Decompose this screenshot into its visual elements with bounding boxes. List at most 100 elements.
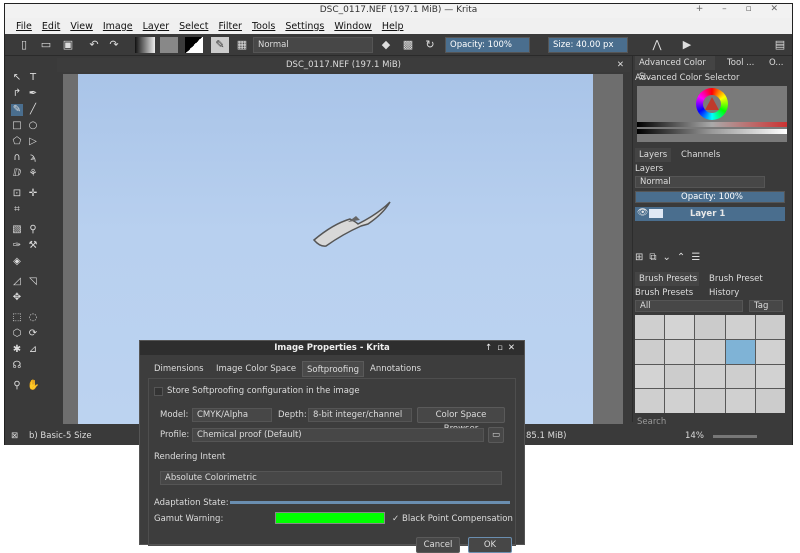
- tab-softproofing[interactable]: Softproofing: [302, 361, 365, 377]
- menu-file[interactable]: File: [11, 21, 37, 32]
- menu-window[interactable]: Window: [329, 21, 376, 32]
- model-select[interactable]: CMYK/Alpha: [192, 408, 272, 422]
- brush-preset[interactable]: [755, 364, 785, 389]
- rect-select-icon[interactable]: ⬚: [11, 312, 23, 324]
- color-space-browser-button[interactable]: Color Space Browser: [417, 407, 505, 434]
- tab-tool-options[interactable]: Tool ...: [723, 56, 763, 70]
- menu-tools[interactable]: Tools: [247, 21, 280, 32]
- fg-bg-color-icon[interactable]: [185, 37, 203, 53]
- undo-icon[interactable]: ↶: [87, 37, 101, 53]
- reference-tool-icon[interactable]: ✥: [11, 292, 23, 304]
- bezier-tool-icon[interactable]: ∩: [11, 152, 23, 164]
- close-document-icon[interactable]: ✕: [617, 58, 624, 72]
- brush-preset[interactable]: [725, 364, 755, 389]
- ellipse-select-icon[interactable]: ◌: [27, 312, 39, 324]
- ellipse-tool-icon[interactable]: ○: [27, 120, 39, 132]
- brush-preset[interactable]: [755, 315, 785, 339]
- brush-preset[interactable]: [755, 389, 785, 413]
- brush-preset[interactable]: [725, 389, 755, 413]
- bpc-checkmark-icon[interactable]: ✓: [392, 514, 399, 524]
- eraser-icon[interactable]: ◆: [379, 37, 393, 53]
- rectangle-tool-icon[interactable]: □: [11, 120, 23, 132]
- mirror-horizontal-icon[interactable]: ⋀: [650, 37, 664, 53]
- measure-tool-icon[interactable]: ◿: [11, 276, 23, 288]
- blend-mode-select[interactable]: Normal: [253, 37, 373, 53]
- cancel-button[interactable]: Cancel: [416, 537, 460, 553]
- workspace-icon[interactable]: ▦: [235, 37, 249, 53]
- select-shapes-icon[interactable]: ↖: [11, 72, 23, 84]
- tablet-icon[interactable]: ▤: [773, 37, 787, 53]
- visibility-icon[interactable]: 👁: [637, 208, 648, 218]
- store-checkbox[interactable]: [154, 387, 163, 396]
- brush-preset[interactable]: [695, 389, 725, 413]
- menu-settings[interactable]: Settings: [280, 21, 329, 32]
- menu-select[interactable]: Select: [174, 21, 213, 32]
- document-tab[interactable]: DSC_0117.NEF (197.1 MiB) ✕: [57, 58, 630, 72]
- move-tool-icon[interactable]: ✛: [27, 188, 39, 200]
- brush-preset-grid[interactable]: [635, 315, 785, 413]
- similar-select-icon[interactable]: ⊿: [27, 344, 39, 356]
- polygon-tool-icon[interactable]: ⬠: [11, 136, 23, 148]
- transform-tool-icon[interactable]: ⊡: [11, 188, 23, 200]
- polygon-select-icon[interactable]: ⬡: [11, 328, 23, 340]
- move-up-icon[interactable]: ⌃: [677, 252, 691, 263]
- move-down-icon[interactable]: ⌄: [663, 252, 677, 263]
- brush-preset[interactable]: [635, 315, 665, 339]
- window-controls[interactable]: + – ▫ ✕: [696, 4, 786, 14]
- text-tool-icon[interactable]: T: [27, 72, 39, 84]
- gamut-warning-color[interactable]: [275, 512, 385, 524]
- tab-layers[interactable]: Layers: [635, 148, 671, 162]
- pattern-swatch[interactable]: [160, 37, 178, 53]
- menu-image[interactable]: Image: [98, 21, 138, 32]
- mirror-vertical-icon[interactable]: ▶: [680, 37, 694, 53]
- crop-tool-icon[interactable]: ⌗: [11, 204, 23, 216]
- tab-brush-presets[interactable]: Brush Presets: [635, 272, 699, 286]
- new-document-icon[interactable]: ▯: [17, 37, 31, 53]
- multibrush-icon[interactable]: ⚘: [27, 168, 39, 180]
- canvas-vertical-scrollbar[interactable]: [623, 74, 630, 404]
- gradient-swatch[interactable]: [135, 37, 155, 53]
- zoom-slider[interactable]: [713, 435, 757, 438]
- menu-view[interactable]: View: [65, 21, 98, 32]
- preserve-alpha-icon[interactable]: ▩: [401, 37, 415, 53]
- brush-settings-icon[interactable]: ⊠: [11, 431, 18, 441]
- brush-preset[interactable]: [665, 364, 695, 389]
- edit-shapes-icon[interactable]: ↱: [11, 88, 23, 100]
- line-tool-icon[interactable]: ╱: [27, 104, 39, 116]
- open-folder-icon[interactable]: ▭: [39, 37, 53, 53]
- menu-edit[interactable]: Edit: [37, 21, 65, 32]
- menu-layer[interactable]: Layer: [138, 21, 175, 32]
- freehand-select-icon[interactable]: ⟳: [27, 328, 39, 340]
- colorize-mask-icon[interactable]: ⚒: [27, 240, 39, 252]
- tab-annotations[interactable]: Annotations: [366, 361, 425, 377]
- tag-button[interactable]: Tag: [749, 300, 783, 312]
- menu-filter[interactable]: Filter: [213, 21, 247, 32]
- redo-icon[interactable]: ↷: [107, 37, 121, 53]
- layer-opacity-slider[interactable]: Opacity: 100%: [635, 191, 785, 203]
- brush-preset[interactable]: [695, 315, 725, 339]
- brush-preset[interactable]: [635, 339, 665, 364]
- adaptation-slider[interactable]: [230, 501, 510, 504]
- menu-help[interactable]: Help: [377, 21, 409, 32]
- add-layer-icon[interactable]: ⊞: [635, 252, 649, 263]
- tab-dimensions[interactable]: Dimensions: [150, 361, 208, 377]
- preset-search-input[interactable]: Search: [637, 417, 666, 427]
- depth-select[interactable]: 8-bit integer/channel: [308, 408, 412, 422]
- smart-patch-icon[interactable]: ✑: [11, 240, 23, 252]
- layer-row[interactable]: 👁 Layer 1: [635, 207, 785, 221]
- preset-filter-select[interactable]: All: [635, 300, 743, 312]
- reload-icon[interactable]: ↻: [423, 37, 437, 53]
- brush-preset[interactable]: [725, 339, 755, 364]
- fill-tool-icon[interactable]: ◈: [11, 256, 23, 268]
- brush-preset[interactable]: [695, 339, 725, 364]
- duplicate-layer-icon[interactable]: ⧉: [649, 252, 662, 263]
- calligraphy-icon[interactable]: ✒: [27, 88, 39, 100]
- tab-image-color-space[interactable]: Image Color Space: [212, 361, 300, 377]
- opacity-slider[interactable]: Opacity: 100%: [445, 37, 530, 53]
- bezier-select-icon[interactable]: ☊: [11, 360, 23, 372]
- brush-preset[interactable]: [665, 389, 695, 413]
- brush-preset[interactable]: [725, 315, 755, 339]
- tab-advanced-color[interactable]: Advanced Color S...: [635, 56, 715, 82]
- brush-preset[interactable]: [665, 339, 695, 364]
- rendering-intent-select[interactable]: Absolute Colorimetric: [160, 471, 502, 485]
